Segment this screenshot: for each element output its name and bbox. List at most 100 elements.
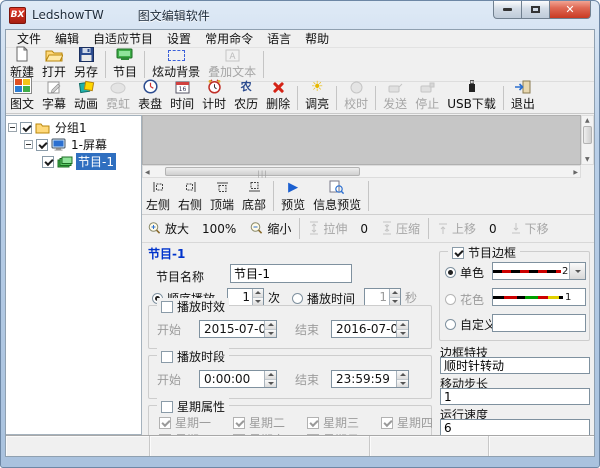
program-name-input[interactable]: [230, 264, 352, 283]
usb-download-button[interactable]: USB下载: [443, 83, 500, 113]
single-color-radio[interactable]: [445, 267, 456, 278]
move-step-input[interactable]: [440, 388, 590, 405]
program-border-checkbox[interactable]: [452, 247, 464, 259]
menu-edit[interactable]: 编辑: [48, 29, 86, 48]
screen-checkbox[interactable]: [36, 139, 48, 151]
toolbar-separator: [375, 86, 376, 110]
period-start-field[interactable]: 0:00:00: [199, 370, 277, 388]
align-right-button[interactable]: 右侧: [174, 178, 206, 214]
save-as-button[interactable]: 另存: [70, 48, 102, 81]
program-checkbox[interactable]: [42, 156, 54, 168]
scroll-right-icon[interactable]: ▶: [573, 169, 578, 176]
lunar-calendar-icon: 农: [241, 78, 252, 94]
menu-help[interactable]: 帮助: [298, 29, 336, 48]
align-top-button[interactable]: 顶端: [206, 178, 238, 214]
toolbar-separator: [105, 51, 106, 78]
subtitle-button[interactable]: 字幕: [38, 83, 70, 113]
play-period-checkbox[interactable]: [161, 351, 173, 363]
custom-color-row: 自定义: [445, 316, 496, 333]
screen-preview-canvas[interactable]: [142, 115, 581, 165]
client-area: 文件 编辑 自适应节目 设置 常用命令 语言 帮助 新建 打开 另存: [5, 29, 595, 457]
close-button[interactable]: ✕: [550, 1, 591, 19]
single-color-combo[interactable]: 2: [492, 262, 586, 280]
horizontal-scroll-thumb[interactable]: |||: [165, 167, 360, 176]
zoom-out-button[interactable]: 缩小: [244, 220, 296, 238]
play-seconds-spinner: 1 秒: [364, 288, 417, 306]
move-up-button: 上移: [432, 220, 481, 238]
zoom-in-button[interactable]: 放大: [142, 220, 194, 238]
menu-common-commands[interactable]: 常用命令: [198, 29, 260, 48]
preview-button[interactable]: ▶ 预览: [277, 178, 309, 214]
close-icon: ✕: [565, 3, 574, 16]
custom-color-field[interactable]: [492, 314, 586, 332]
lunar-calendar-button[interactable]: 农 农历: [230, 83, 262, 113]
spin-down-icon[interactable]: [253, 297, 263, 306]
maximize-button[interactable]: [522, 1, 550, 19]
titlebar: BX LedshowTW 图文编辑软件 ✕: [1, 1, 599, 29]
vertical-scrollbar[interactable]: ▲ ▼: [581, 115, 594, 165]
menu-language[interactable]: 语言: [260, 29, 298, 48]
tree-program-label[interactable]: 节目-1: [76, 153, 116, 170]
exit-button[interactable]: 退出: [507, 83, 539, 113]
tree-item-group[interactable]: 分组1: [8, 119, 141, 136]
calendar-icon: 16: [175, 80, 190, 94]
info-preview-button[interactable]: 信息预览: [309, 178, 365, 214]
magnifier-document-icon: [329, 179, 345, 195]
validity-start-field[interactable]: 2015-07-08: [199, 320, 277, 338]
timer-button[interactable]: 计时: [198, 83, 230, 113]
delete-button[interactable]: 删除: [262, 83, 294, 113]
graphic-text-button[interactable]: 图文: [6, 83, 38, 113]
collapse-icon[interactable]: [8, 123, 17, 132]
open-button[interactable]: 打开: [38, 48, 70, 81]
play-validity-checkbox[interactable]: [161, 301, 173, 313]
align-bottom-button[interactable]: 底部: [238, 178, 270, 214]
collapse-icon[interactable]: [24, 140, 33, 149]
svg-text:16: 16: [178, 86, 186, 93]
time-sync-button: 校时: [340, 83, 372, 113]
custom-color-radio[interactable]: [445, 319, 456, 330]
status-panel-1: [6, 436, 150, 456]
scroll-left-icon[interactable]: ◀: [145, 169, 150, 176]
run-speed-input[interactable]: [440, 419, 590, 436]
toolbar-separator: [368, 181, 369, 211]
tree-item-screen[interactable]: 1-屏幕: [8, 136, 141, 153]
animation-button[interactable]: 动画: [70, 83, 102, 113]
zoom-out-icon: [249, 220, 264, 237]
period-end-field[interactable]: 23:59:59: [331, 370, 409, 388]
horizontal-scrollbar[interactable]: ◀ ||| ▶: [142, 165, 581, 178]
brightness-button[interactable]: ☀ 调亮: [301, 83, 333, 113]
minimize-button[interactable]: [493, 1, 522, 19]
status-panel-2: [150, 436, 370, 456]
multi-color-field[interactable]: 1: [492, 288, 586, 306]
multi-color-row: 花色: [445, 291, 484, 308]
week-attribute-checkbox[interactable]: [161, 401, 173, 413]
border-effect-input[interactable]: [440, 357, 590, 374]
validity-end-field[interactable]: 2016-07-08: [331, 320, 409, 338]
align-left-button[interactable]: 左侧: [142, 178, 174, 214]
menu-settings[interactable]: 设置: [160, 29, 198, 48]
dial-button[interactable]: 表盘: [134, 83, 166, 113]
tree-group-label[interactable]: 分组1: [53, 119, 89, 136]
stretch-button: 拉伸: [303, 220, 352, 238]
spin-up-icon: [390, 289, 400, 297]
subtitle-pencil-icon: [47, 80, 62, 94]
program-layers-icon: [57, 156, 73, 168]
tree-item-program[interactable]: 节目-1: [8, 153, 141, 170]
single-color-row: 单色: [445, 264, 484, 281]
play-time-radio[interactable]: [292, 293, 303, 304]
time-button[interactable]: 16 时间: [166, 83, 198, 113]
sequence-times-spinner[interactable]: 1 次: [227, 288, 280, 306]
delete-x-icon: [272, 81, 285, 94]
program-button[interactable]: 节目: [109, 48, 141, 81]
spin-up-icon[interactable]: [253, 289, 263, 297]
scroll-up-icon[interactable]: ▲: [585, 117, 590, 124]
neon-icon: [110, 82, 126, 94]
vertical-scroll-thumb[interactable]: [583, 126, 592, 144]
scroll-down-icon[interactable]: ▼: [585, 156, 590, 163]
neon-button: 霓虹: [102, 83, 134, 113]
group-checkbox[interactable]: [20, 122, 32, 134]
dazzle-background-button[interactable]: 炫动背景: [148, 48, 204, 81]
tree-screen-label[interactable]: 1-屏幕: [69, 136, 109, 153]
dropdown-arrow-icon[interactable]: [569, 263, 585, 279]
menu-adaptive-program[interactable]: 自适应节目: [86, 29, 160, 48]
